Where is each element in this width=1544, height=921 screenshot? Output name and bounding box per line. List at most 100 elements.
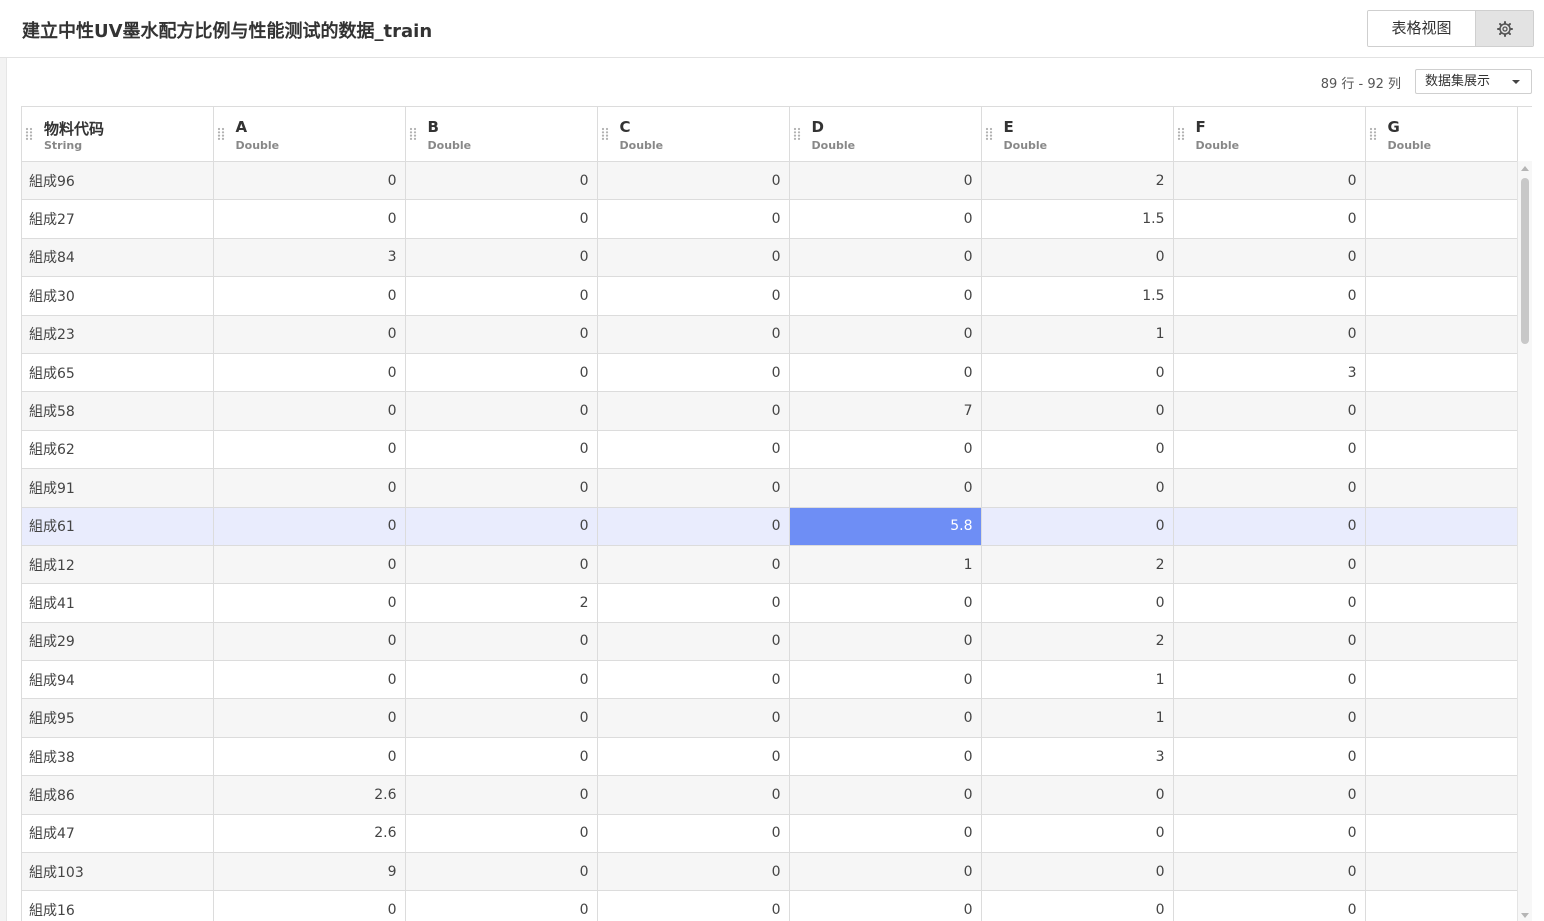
table-cell[interactable]: 0 [597,660,790,700]
table-cell[interactable]: 0 [405,775,598,815]
table-cell[interactable]: 0 [981,890,1174,921]
row-label-cell[interactable]: 組成29 [22,622,214,662]
table-cell[interactable]: 0 [1173,430,1366,470]
table-cell[interactable]: 0 [597,698,790,738]
table-cell[interactable]: 0 [1173,315,1366,354]
table-cell[interactable]: 0 [597,507,790,546]
table-cell[interactable]: 0 [213,507,406,546]
table-cell[interactable]: 0 [597,161,790,201]
table-cell[interactable]: 0 [789,814,982,854]
table-cell[interactable] [1365,852,1518,892]
table-cell[interactable]: 0 [789,199,982,239]
table-cell[interactable] [1365,238,1518,278]
table-cell[interactable]: 0 [981,583,1174,623]
table-cell[interactable]: 0 [597,353,790,393]
scroll-up-arrow-icon[interactable] [1521,166,1529,171]
table-cell[interactable]: 0 [405,391,598,431]
table-row[interactable]: 組成41 0 2 0 0 0 0 [22,583,1518,623]
table-cell[interactable]: 0 [789,430,982,470]
row-label-cell[interactable]: 組成38 [22,737,214,777]
table-cell[interactable]: 0 [405,199,598,239]
table-cell[interactable]: 0 [1173,698,1366,738]
table-cell[interactable]: 0 [405,161,598,201]
table-cell[interactable]: 5.8 [789,507,982,546]
drag-handle-icon[interactable] [409,127,417,141]
table-cell[interactable]: 0 [789,583,982,623]
row-label-cell[interactable]: 組成103 [22,852,214,892]
column-header-g[interactable]: G Double [1365,107,1518,162]
table-cell[interactable]: 0 [1173,890,1366,921]
row-label-cell[interactable]: 組成30 [22,276,214,316]
table-cell[interactable]: 0 [405,238,598,278]
table-cell[interactable]: 0 [981,852,1174,892]
table-cell[interactable]: 1.5 [981,276,1174,316]
column-header-f[interactable]: F Double [1173,107,1366,162]
table-cell[interactable]: 0 [597,276,790,316]
row-label-cell[interactable]: 組成62 [22,430,214,470]
row-label-cell[interactable]: 組成91 [22,468,214,508]
table-cell[interactable] [1365,583,1518,623]
row-label-cell[interactable]: 組成95 [22,698,214,738]
table-cell[interactable]: 0 [213,353,406,393]
row-label-cell[interactable]: 組成16 [22,890,214,921]
table-cell[interactable]: 0 [1173,391,1366,431]
table-row[interactable]: 組成91 0 0 0 0 0 0 [22,468,1518,508]
table-row[interactable]: 組成86 2.6 0 0 0 0 0 [22,775,1518,815]
row-label-cell[interactable]: 組成58 [22,391,214,431]
table-cell[interactable]: 0 [213,890,406,921]
table-row[interactable]: 組成65 0 0 0 0 0 3 [22,353,1518,393]
table-cell[interactable] [1365,660,1518,700]
table-cell[interactable]: 0 [405,468,598,508]
table-cell[interactable]: 0 [981,507,1174,546]
table-cell[interactable]: 0 [405,852,598,892]
table-cell[interactable]: 0 [213,545,406,585]
table-cell[interactable]: 0 [213,468,406,508]
table-cell[interactable]: 0 [981,814,1174,854]
vertical-scrollbar[interactable] [1517,161,1532,921]
table-cell[interactable] [1365,545,1518,585]
row-label-cell[interactable]: 組成12 [22,545,214,585]
column-header-a[interactable]: A Double [213,107,406,162]
table-cell[interactable]: 0 [213,583,406,623]
table-cell[interactable]: 0 [1173,507,1366,546]
table-row[interactable]: 組成84 3 0 0 0 0 0 [22,238,1518,278]
table-cell[interactable]: 0 [789,238,982,278]
table-cell[interactable]: 0 [597,199,790,239]
table-cell[interactable]: 0 [405,430,598,470]
table-cell[interactable]: 0 [405,507,598,546]
table-cell[interactable]: 0 [789,161,982,201]
drag-handle-icon[interactable] [793,127,801,141]
table-row[interactable]: 組成95 0 0 0 0 1 0 [22,698,1518,738]
table-cell[interactable]: 2 [981,161,1174,201]
table-cell[interactable] [1365,698,1518,738]
dataset-display-dropdown[interactable]: 数据集展示 [1415,69,1532,94]
table-cell[interactable]: 3 [1173,353,1366,393]
table-cell[interactable]: 2.6 [213,814,406,854]
table-cell[interactable]: 0 [789,737,982,777]
table-cell[interactable] [1365,276,1518,316]
table-row[interactable]: 組成94 0 0 0 0 1 0 [22,660,1518,700]
table-cell[interactable]: 0 [1173,161,1366,201]
table-cell[interactable]: 0 [597,622,790,662]
table-cell[interactable]: 0 [597,315,790,354]
table-cell[interactable]: 0 [789,468,982,508]
table-cell[interactable] [1365,737,1518,777]
table-cell[interactable]: 0 [597,430,790,470]
drag-handle-icon[interactable] [601,127,609,141]
table-cell[interactable]: 0 [405,890,598,921]
table-cell[interactable]: 0 [213,391,406,431]
table-cell[interactable]: 0 [981,391,1174,431]
table-cell[interactable] [1365,468,1518,508]
drag-handle-icon[interactable] [1369,127,1377,141]
table-cell[interactable]: 0 [789,660,982,700]
table-cell[interactable]: 0 [213,161,406,201]
table-row[interactable]: 組成12 0 0 0 1 2 0 [22,545,1518,585]
table-row[interactable]: 組成38 0 0 0 0 3 0 [22,737,1518,777]
scroll-down-arrow-icon[interactable] [1521,913,1529,918]
row-label-cell[interactable]: 組成65 [22,353,214,393]
table-cell[interactable]: 0 [1173,737,1366,777]
table-cell[interactable]: 0 [981,238,1174,278]
table-cell[interactable] [1365,622,1518,662]
table-cell[interactable]: 0 [789,890,982,921]
table-cell[interactable] [1365,391,1518,431]
